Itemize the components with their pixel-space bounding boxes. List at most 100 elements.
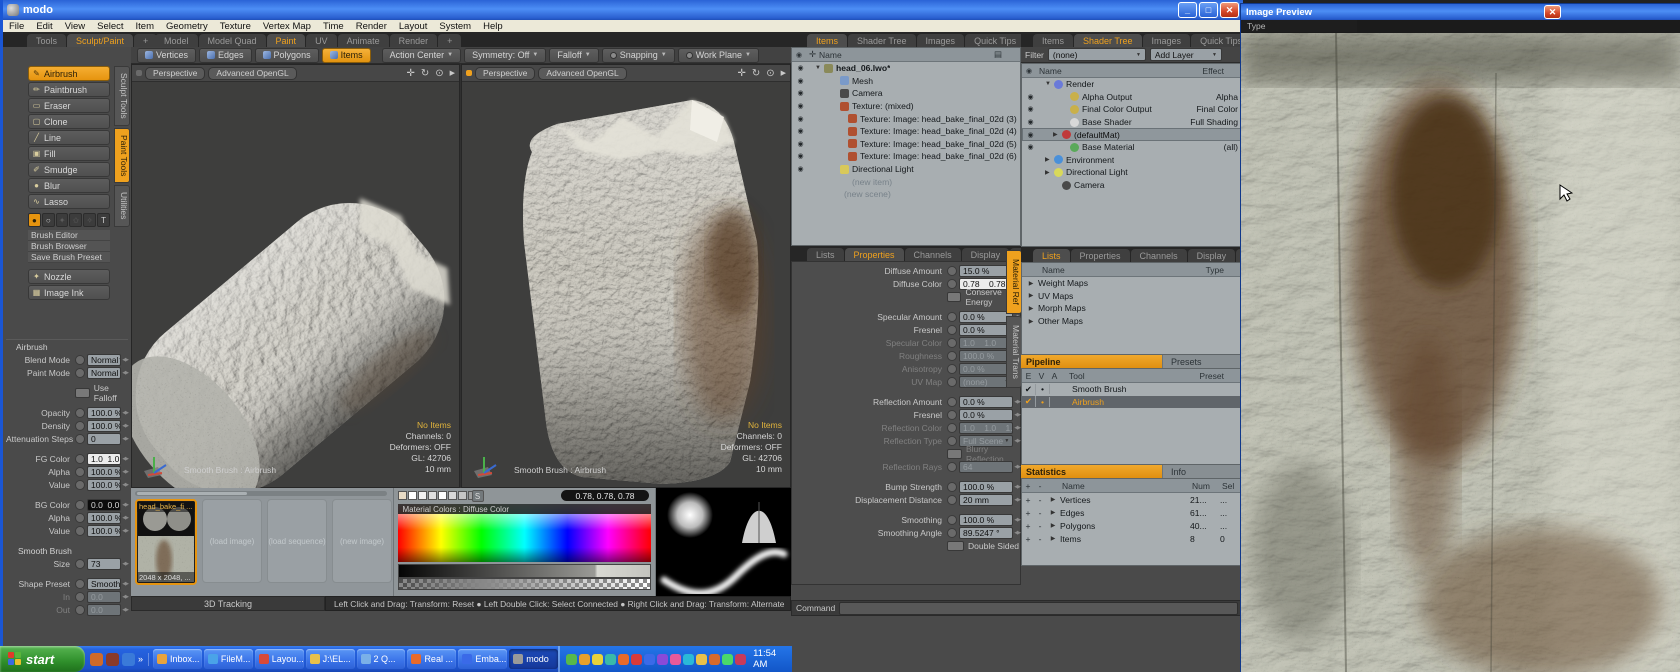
preview-type-label[interactable]: Type — [1241, 20, 1357, 32]
mini-knob-icon[interactable] — [75, 526, 85, 536]
color-swatch[interactable] — [428, 491, 437, 500]
property-value[interactable]: 100.0 % — [87, 512, 121, 524]
checkbox[interactable] — [75, 388, 90, 398]
stepper-icon[interactable]: ◀▶ — [1014, 497, 1020, 503]
color-swatch[interactable] — [458, 491, 467, 500]
pan-icon[interactable]: ✛ — [406, 68, 414, 79]
stepper-icon[interactable]: ◀▶ — [1014, 517, 1020, 523]
mini-knob-icon[interactable] — [75, 579, 85, 589]
thumb-scrollbar[interactable] — [135, 491, 387, 496]
mini-knob-icon[interactable] — [947, 312, 957, 322]
color-swatch[interactable] — [438, 491, 447, 500]
visibility-eye-icon[interactable] — [794, 165, 807, 173]
shader-row[interactable]: Final Color Output Final Color — [1022, 103, 1242, 116]
mini-knob-icon[interactable] — [75, 480, 85, 490]
filter-dropdown[interactable]: (none) — [1048, 48, 1146, 61]
mini-knob-icon[interactable] — [947, 266, 957, 276]
mini-knob-icon[interactable] — [947, 338, 957, 348]
visibility-eye-icon[interactable] — [794, 127, 807, 135]
task-button[interactable]: Real ... — [407, 649, 456, 669]
quick-launch-icon[interactable] — [90, 653, 103, 666]
layout-tab[interactable]: Animate — [338, 34, 389, 47]
expand-arrow-icon[interactable]: ▶ — [1024, 292, 1038, 299]
enable-check[interactable]: ✔ — [1022, 396, 1036, 407]
mini-knob-icon[interactable] — [75, 408, 85, 418]
panel-tab[interactable]: Channels — [905, 248, 961, 261]
tool-button[interactable]: ✎ Airbrush — [28, 66, 110, 81]
menu-item[interactable]: Edit — [30, 21, 58, 32]
mini-knob-icon[interactable] — [947, 410, 957, 420]
map-list-row[interactable]: ▶ Weight Maps — [1022, 277, 1242, 290]
image-slot-button[interactable]: (new image) — [332, 499, 392, 583]
image-slot-button[interactable]: (load sequence) — [267, 499, 327, 583]
mini-knob-icon[interactable] — [947, 364, 957, 374]
visibility-eye-icon[interactable] — [1024, 93, 1037, 101]
brush-link[interactable]: Save Brush Preset — [28, 252, 110, 263]
mini-knob-icon[interactable] — [947, 462, 957, 472]
item-row[interactable]: Camera — [792, 87, 1020, 100]
material-tab[interactable]: Material Ref — [1006, 250, 1022, 314]
enable-check[interactable]: ✔ — [1022, 384, 1036, 395]
menu-item[interactable]: Render — [350, 21, 393, 32]
menu-item[interactable]: Select — [91, 21, 129, 32]
tray-icon[interactable] — [657, 654, 668, 665]
tray-icon[interactable] — [722, 654, 733, 665]
viewport-menu-icon[interactable]: ▶ — [450, 69, 455, 77]
property-value[interactable]: 0.0 — [87, 604, 121, 616]
checkbox[interactable] — [947, 292, 961, 302]
property-value[interactable]: 1.0 1.0 1.0 — [959, 422, 1013, 434]
toolbar-dropdown[interactable]: Snapping▼ — [602, 48, 675, 63]
item-row[interactable]: ▼ head_06.lwo* — [792, 62, 1020, 75]
layout-tab[interactable]: Sculpt/Paint — [67, 34, 133, 47]
property-value[interactable]: 0 — [87, 433, 121, 445]
property-value[interactable]: 64 — [959, 461, 1013, 473]
property-value[interactable]: 100.0 % — [87, 466, 121, 478]
tray-icon[interactable] — [683, 654, 694, 665]
tool-button[interactable]: ▭ Eraser — [28, 98, 110, 113]
toolbar-dropdown[interactable]: Work Plane▼ — [678, 48, 759, 63]
panel-tab[interactable]: Images — [917, 34, 965, 47]
brush-link[interactable]: Brush Browser — [28, 241, 110, 252]
tray-icon[interactable] — [579, 654, 590, 665]
visibility-eye-icon[interactable] — [794, 64, 807, 72]
task-button[interactable]: Inbox... — [153, 649, 202, 669]
property-value[interactable]: 100.0 % — [87, 407, 121, 419]
stepper-icon[interactable]: ◀▶ — [1014, 464, 1020, 470]
shading-button[interactable]: Advanced OpenGL — [538, 67, 626, 80]
item-row[interactable]: Texture: Image: head_bake_final_02d (3) — [792, 112, 1020, 125]
tip-option-button[interactable]: ✦ — [56, 213, 69, 227]
viewport-left[interactable]: Perspective Advanced OpenGL ✛ ↻ ⊙ ▶ — [131, 64, 460, 488]
property-value[interactable]: 0.0 % — [959, 409, 1013, 421]
quick-launch-icon[interactable] — [106, 653, 119, 666]
tray-icon[interactable] — [696, 654, 707, 665]
expand-arrow-icon[interactable]: ▶ — [1046, 509, 1060, 516]
panel-tab[interactable]: Lists — [1033, 249, 1070, 262]
panel-tab[interactable]: Images — [1143, 34, 1191, 47]
pipeline-row[interactable]: ✔ • Smooth Brush — [1022, 383, 1242, 396]
viewport-right[interactable]: Perspective Advanced OpenGL ✛ ↻ ⊙ ▶ — [461, 64, 791, 488]
item-row[interactable]: Directional Light — [792, 163, 1020, 176]
zoom-icon[interactable]: ⊙ — [435, 68, 443, 79]
mini-knob-icon[interactable] — [947, 528, 957, 538]
property-value[interactable]: 0.0 — [87, 591, 121, 603]
item-row[interactable]: Texture: Image: head_bake_final_02d (5) — [792, 138, 1020, 151]
property-value[interactable]: 0.0 % — [959, 396, 1013, 408]
tray-icon[interactable] — [566, 654, 577, 665]
shader-row[interactable]: ▶ (defaultMat) — [1022, 128, 1242, 141]
color-swatch[interactable] — [418, 491, 427, 500]
shader-row[interactable]: Camera — [1022, 179, 1242, 192]
visibility-eye-icon[interactable] — [1024, 118, 1037, 126]
color-swatch[interactable] — [448, 491, 457, 500]
tray-icon[interactable] — [735, 654, 746, 665]
quick-launch-icon[interactable] — [122, 653, 135, 666]
collapse-minus-icon[interactable]: - — [1034, 534, 1046, 544]
mini-knob-icon[interactable] — [75, 454, 85, 464]
panel-tab[interactable]: Quick Tips — [965, 34, 1025, 47]
tool-button[interactable]: ▣ Fill — [28, 146, 110, 161]
mini-knob-icon[interactable] — [947, 482, 957, 492]
info-tab[interactable]: Info — [1162, 465, 1243, 478]
tool-button[interactable]: ╱ Line — [28, 130, 110, 145]
selection-mode-button[interactable]: Polygons — [255, 48, 319, 63]
task-button[interactable]: modo — [509, 649, 558, 669]
minimize-button[interactable]: _ — [1178, 2, 1197, 18]
